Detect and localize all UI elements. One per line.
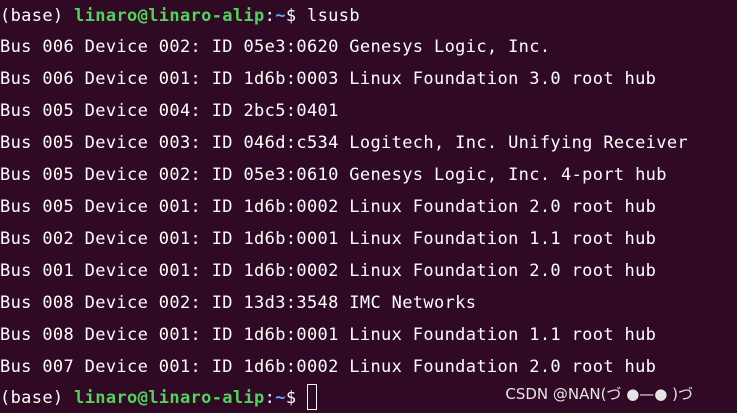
prompt-env: (base) xyxy=(0,6,75,26)
output-line: Bus 008 Device 001: ID 1d6b:0001 Linux F… xyxy=(0,325,657,345)
text-cursor[interactable] xyxy=(307,384,317,410)
prompt-path: ~ xyxy=(275,388,286,408)
prompt-separator: : xyxy=(264,6,276,26)
prompt-env: (base) xyxy=(0,388,75,408)
prompt-path: ~ xyxy=(275,6,286,26)
output-line: Bus 008 Device 002: ID 13d3:3548 IMC Net… xyxy=(0,293,477,313)
prompt-user-host: linaro@linaro-alip xyxy=(74,388,265,408)
output-line: Bus 007 Device 001: ID 1d6b:0002 Linux F… xyxy=(0,357,657,377)
output-line: Bus 005 Device 004: ID 2bc5:0401 xyxy=(0,101,339,121)
prompt-symbol: $ xyxy=(285,6,307,26)
prompt-separator: : xyxy=(264,388,276,408)
output-line: Bus 006 Device 002: ID 05e3:0620 Genesys… xyxy=(0,37,551,57)
output-line: Bus 005 Device 001: ID 1d6b:0002 Linux F… xyxy=(0,197,657,217)
command-text: lsusb xyxy=(307,6,360,26)
watermark: CSDN @NAN(づ ●—● )づ xyxy=(505,385,693,403)
prompt-symbol: $ xyxy=(285,388,307,408)
prompt-user-host: linaro@linaro-alip xyxy=(74,6,265,26)
terminal-window[interactable]: (base) linaro@linaro-alip:~$ lsusb Bus 0… xyxy=(0,0,737,413)
prompt-line: (base) linaro@linaro-alip:~$ lsusb xyxy=(0,0,360,32)
output-line: Bus 005 Device 003: ID 046d:c534 Logitec… xyxy=(0,133,689,153)
output-line: Bus 001 Device 001: ID 1d6b:0002 Linux F… xyxy=(0,261,657,281)
prompt-line[interactable]: (base) linaro@linaro-alip:~$ xyxy=(0,382,317,413)
output-line: Bus 006 Device 001: ID 1d6b:0003 Linux F… xyxy=(0,69,657,89)
output-line: Bus 005 Device 002: ID 05e3:0610 Genesys… xyxy=(0,165,667,185)
output-line: Bus 002 Device 001: ID 1d6b:0001 Linux F… xyxy=(0,229,657,249)
